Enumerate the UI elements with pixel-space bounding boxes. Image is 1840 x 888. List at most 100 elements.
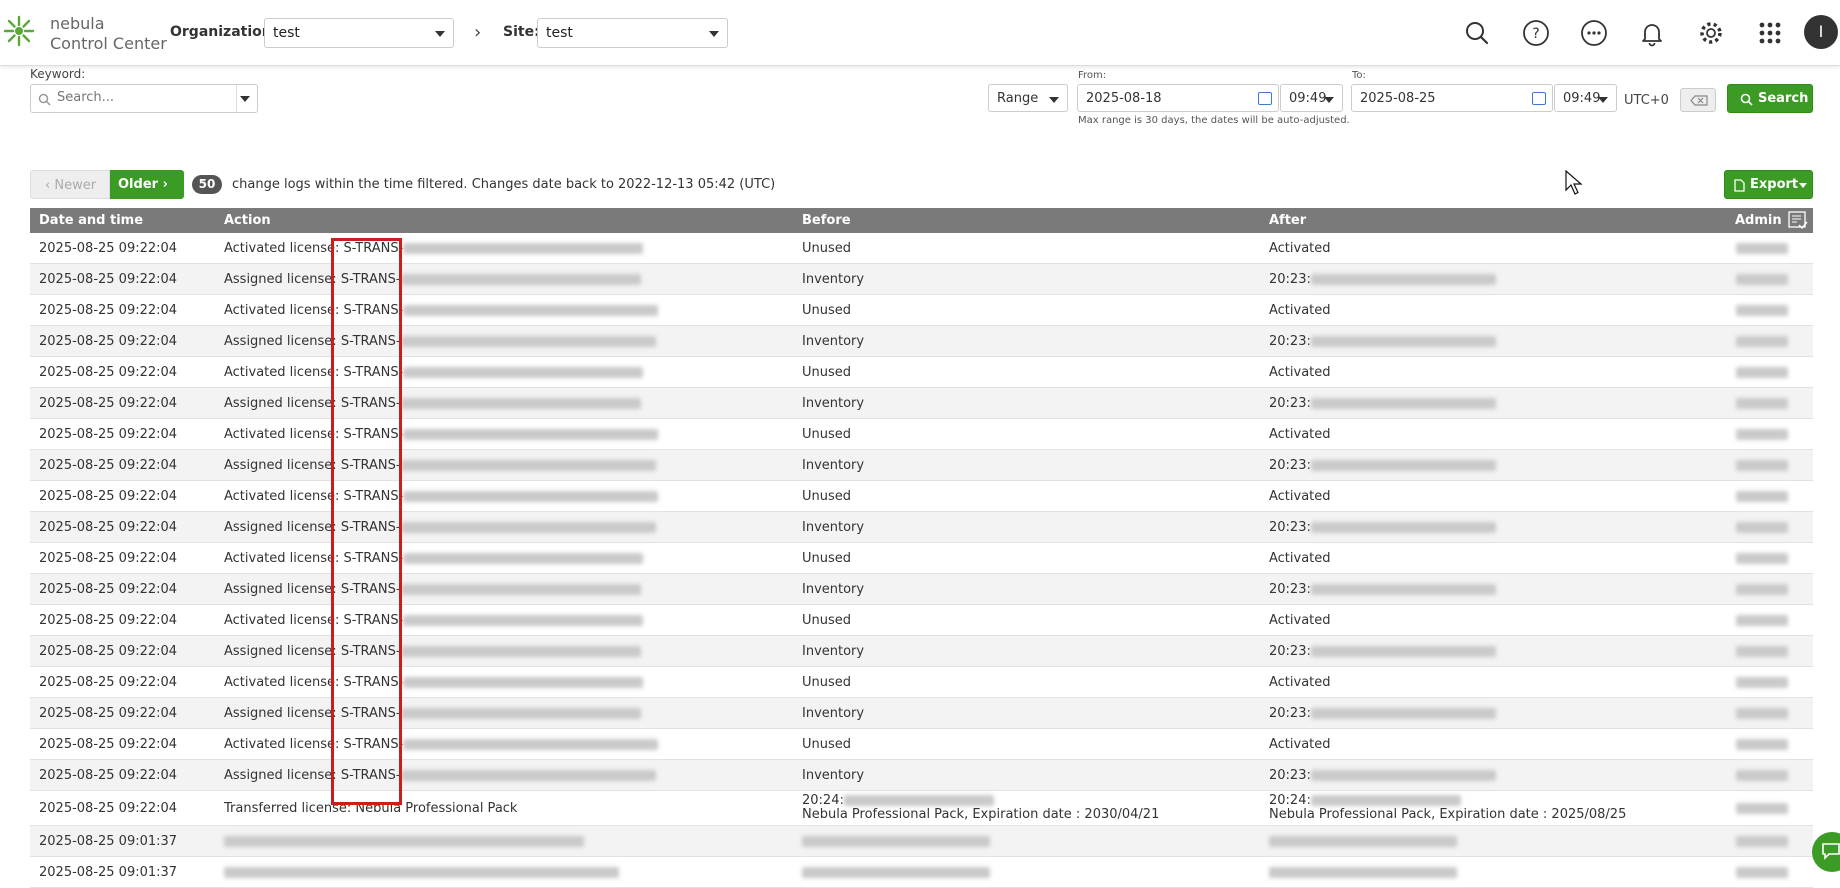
keyword-search-box[interactable] [30, 84, 258, 113]
row-after: Activated [1269, 427, 1331, 442]
column-action[interactable]: Action [224, 213, 271, 228]
row-action: Activated license: S-TRANS- [224, 613, 644, 628]
row-before: Inventory [802, 272, 865, 287]
table-row[interactable]: 2025-08-25 09:22:04 Activated license: S-… [30, 729, 1813, 760]
row-action: Activated license: S-TRANS- [224, 303, 659, 318]
row-date: 2025-08-25 09:22:04 [39, 396, 178, 411]
search-button[interactable]: Search [1727, 84, 1813, 113]
row-date: 2025-08-25 09:22:04 [39, 613, 178, 628]
chevron-down-icon [1598, 97, 1608, 103]
table-row[interactable]: 2025-08-25 09:22:04 Assigned license: S-T… [30, 760, 1813, 791]
export-button[interactable]: Export [1724, 170, 1813, 199]
table-row[interactable]: 2025-08-25 09:22:04 Transferred license: … [30, 791, 1813, 826]
table-row[interactable]: 2025-08-25 09:22:04 Assigned license: S-T… [30, 636, 1813, 667]
row-action: Assigned license: S-TRANS- [224, 458, 656, 473]
row-action: Assigned license: S-TRANS- [224, 334, 656, 349]
table-row[interactable]: 2025-08-25 09:22:04 Assigned license: S-T… [30, 512, 1813, 543]
redacted-admin [1736, 677, 1788, 688]
chat-widget-button[interactable] [1812, 832, 1840, 872]
row-action: Activated license: S-TRANS- [224, 675, 644, 690]
row-before: Unused [802, 737, 852, 752]
from-date-field[interactable]: 2025-08-18 [1077, 84, 1279, 112]
table-row[interactable]: 2025-08-25 09:22:04 Activated license: S-… [30, 419, 1813, 450]
table-row[interactable]: 2025-08-25 09:22:04 Activated license: S-… [30, 295, 1813, 326]
column-date[interactable]: Date and time [39, 213, 143, 228]
row-action: Assigned license: S-TRANS- [224, 272, 641, 287]
row-action: Assigned license: S-TRANS- [224, 768, 656, 783]
chat-icon [1822, 843, 1840, 860]
row-before-line1-text: 20:24: [802, 793, 844, 808]
redacted-admin [1736, 460, 1788, 471]
row-before: Unused [802, 551, 852, 566]
row-before: Inventory [802, 706, 865, 721]
from-time-select[interactable]: 09:49 [1280, 84, 1343, 112]
newer-label: Newer [54, 178, 97, 193]
table-row[interactable]: 2025-08-25 09:22:04 Activated license: S-… [30, 543, 1813, 574]
table-row[interactable]: 2025-08-25 09:01:37 [30, 857, 1813, 888]
table-row[interactable]: 2025-08-25 09:22:04 Assigned license: S-T… [30, 574, 1813, 605]
older-button[interactable]: Older › [110, 170, 184, 199]
column-admin[interactable]: Admin [1735, 213, 1782, 228]
more-options-icon[interactable] [1579, 18, 1609, 48]
table-row[interactable]: 2025-08-25 09:22:04 Activated license: S-… [30, 357, 1813, 388]
row-date: 2025-08-25 09:22:04 [39, 520, 178, 535]
to-date-field[interactable]: 2025-08-25 [1351, 84, 1553, 112]
calendar-icon[interactable] [1258, 92, 1272, 105]
apps-grid-icon[interactable] [1755, 18, 1785, 48]
clear-filter-button[interactable] [1680, 88, 1716, 112]
row-after: Activated [1269, 365, 1331, 380]
table-row[interactable]: 2025-08-25 09:22:04 Assigned license: S-T… [30, 326, 1813, 357]
table-row[interactable]: 2025-08-25 09:22:04 Activated license: S-… [30, 481, 1813, 512]
table-row[interactable]: 2025-08-25 09:22:04 Assigned license: S-T… [30, 388, 1813, 419]
to-time-select[interactable]: 09:49 [1554, 84, 1617, 112]
redacted-device-id [1310, 795, 1461, 806]
notification-bell-icon[interactable] [1637, 18, 1667, 48]
redacted-admin [1736, 803, 1788, 814]
redacted-admin [1736, 336, 1788, 347]
redacted-license-key [400, 770, 656, 781]
search-icon [1740, 93, 1753, 106]
row-after: 20:23: [1269, 582, 1496, 597]
redacted-license-key [400, 336, 656, 347]
table-row[interactable]: 2025-08-25 09:22:04 Activated license: S-… [30, 605, 1813, 636]
range-note: Max range is 30 days, the dates will be … [1078, 115, 1350, 126]
column-before[interactable]: Before [802, 213, 851, 228]
redacted-device-id [1310, 398, 1496, 409]
user-avatar[interactable]: I [1804, 15, 1838, 49]
gear-icon[interactable] [1696, 18, 1726, 48]
column-chooser-icon[interactable] [1788, 211, 1808, 230]
redacted-admin [1736, 429, 1788, 440]
row-date: 2025-08-25 09:22:04 [39, 706, 178, 721]
help-icon[interactable]: ? [1521, 18, 1551, 48]
row-action: Activated license: S-TRANS- [224, 365, 644, 380]
calendar-icon[interactable] [1532, 92, 1546, 105]
newer-button[interactable]: ‹ Newer [30, 170, 110, 199]
redacted-after [1269, 867, 1457, 878]
redacted-admin [1736, 398, 1788, 409]
table-row[interactable]: 2025-08-25 09:22:04 Assigned license: S-T… [30, 698, 1813, 729]
row-date: 2025-08-25 09:22:04 [39, 334, 178, 349]
redacted-device-id [843, 795, 994, 806]
caret-down-icon [1799, 183, 1807, 188]
row-action: Assigned license: S-TRANS- [224, 582, 641, 597]
redacted-admin [1736, 553, 1788, 564]
row-before-line1: 20:24: [802, 793, 994, 808]
keyword-input[interactable] [57, 90, 227, 105]
chevron-down-icon[interactable] [240, 96, 250, 102]
table-row[interactable]: 2025-08-25 09:22:04 Activated license: S-… [30, 233, 1813, 264]
table-row[interactable]: 2025-08-25 09:01:37 [30, 826, 1813, 857]
organization-select[interactable]: test [264, 18, 454, 48]
row-after-line1: 20:24: [1269, 793, 1461, 808]
site-select[interactable]: test [537, 18, 728, 48]
column-after[interactable]: After [1269, 213, 1306, 228]
search-icon[interactable] [1462, 18, 1492, 48]
row-after: 20:23: [1269, 458, 1496, 473]
table-row[interactable]: 2025-08-25 09:22:04 Assigned license: S-T… [30, 450, 1813, 481]
row-date: 2025-08-25 09:22:04 [39, 272, 178, 287]
row-after: 20:23: [1269, 272, 1496, 287]
row-before: Inventory [802, 644, 865, 659]
range-mode-select[interactable]: Range [988, 84, 1068, 112]
table-row[interactable]: 2025-08-25 09:22:04 Assigned license: S-T… [30, 264, 1813, 295]
table-row[interactable]: 2025-08-25 09:22:04 Activated license: S-… [30, 667, 1813, 698]
row-date: 2025-08-25 09:22:04 [39, 737, 178, 752]
